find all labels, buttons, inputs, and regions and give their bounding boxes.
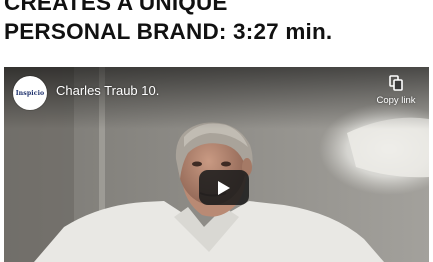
copy-link-label: Copy link xyxy=(376,95,416,106)
headline-line-2: PERSONAL BRAND: 3:27 min. xyxy=(4,19,333,44)
headline: CREATES A UNIQUE PERSONAL BRAND: 3:27 mi… xyxy=(4,0,332,46)
play-button[interactable] xyxy=(199,170,249,205)
video-player[interactable]: Inspicio Charles Traub 10. Copy link xyxy=(4,67,429,262)
channel-avatar[interactable]: Inspicio xyxy=(13,76,47,110)
copy-link-button[interactable]: Copy link xyxy=(371,75,421,107)
headline-line-1: CREATES A UNIQUE xyxy=(4,0,228,15)
copy-icon xyxy=(389,75,403,91)
play-icon xyxy=(218,180,230,195)
channel-logo-text: Inspicio xyxy=(15,89,45,97)
page: CREATES A UNIQUE PERSONAL BRAND: 3:27 mi… xyxy=(0,0,433,262)
video-title[interactable]: Charles Traub 10. xyxy=(56,82,159,100)
